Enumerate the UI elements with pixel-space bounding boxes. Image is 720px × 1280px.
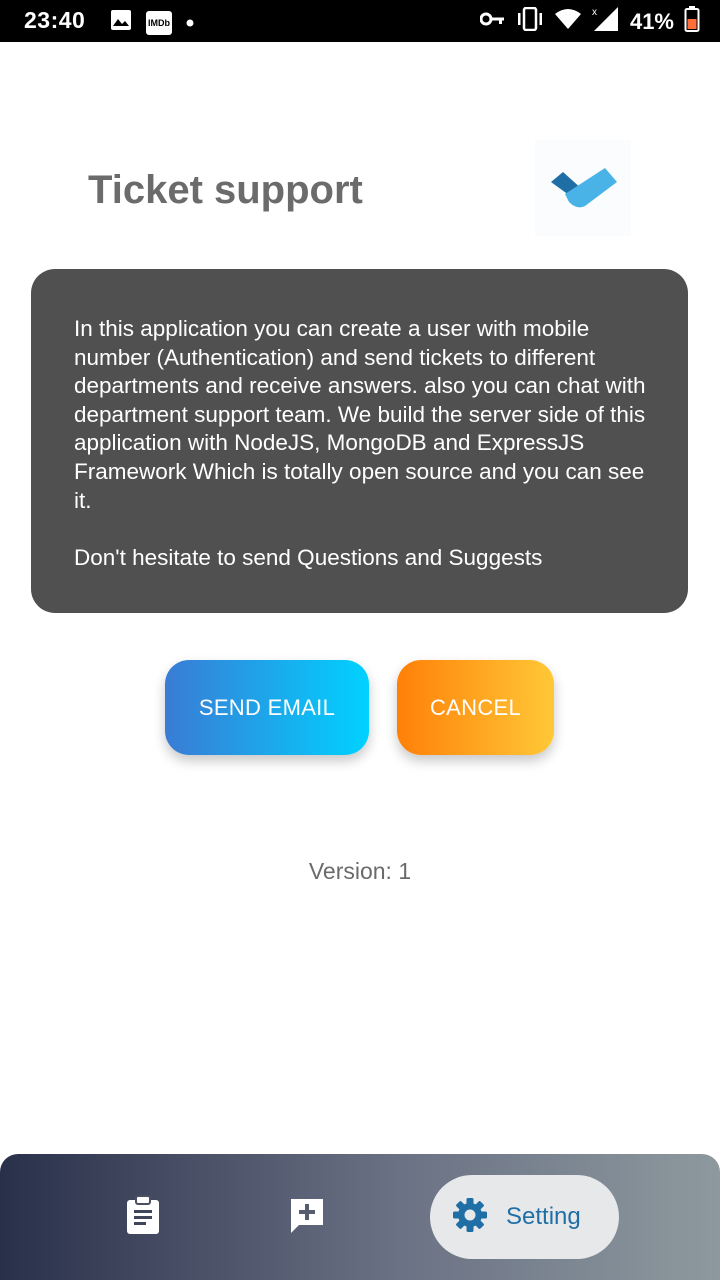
vibrate-icon — [516, 6, 544, 36]
page-title: Ticket support — [88, 168, 363, 212]
nav-tickets[interactable] — [118, 1192, 168, 1242]
imdb-icon: IMDb — [146, 10, 172, 35]
status-bar: 23:40 IMDb x 41% — [0, 0, 720, 42]
app-logo-icon — [535, 140, 631, 236]
send-email-button[interactable]: SEND EMAIL — [165, 660, 369, 755]
battery-percent: 41% — [629, 8, 674, 34]
version-label: Version: 1 — [308, 858, 412, 884]
nav-new-ticket[interactable] — [282, 1192, 332, 1242]
svg-text:x: x — [592, 7, 597, 18]
nav-setting-label: Setting — [506, 1203, 581, 1230]
wifi-icon — [554, 7, 582, 36]
image-icon — [110, 9, 132, 36]
dot-icon — [186, 14, 194, 32]
battery-icon — [684, 6, 700, 37]
signal-icon: x — [592, 6, 620, 37]
clipboard-icon — [125, 1194, 161, 1240]
bottom-navigation: Setting — [0, 1154, 720, 1280]
system-icons: x 41% — [479, 6, 700, 37]
notification-icons: IMDb — [110, 9, 194, 36]
nav-setting[interactable]: Setting — [430, 1175, 619, 1259]
add-comment-icon — [287, 1195, 327, 1240]
info-note: Don't hesitate to send Questions and Sug… — [74, 544, 543, 570]
status-time: 23:40 — [24, 7, 86, 33]
info-card: In this application you can create a use… — [31, 269, 688, 613]
cancel-button[interactable]: CANCEL — [397, 660, 554, 755]
info-description: In this application you can create a use… — [74, 316, 646, 513]
vpn-key-icon — [479, 11, 506, 32]
gear-icon — [452, 1197, 488, 1238]
